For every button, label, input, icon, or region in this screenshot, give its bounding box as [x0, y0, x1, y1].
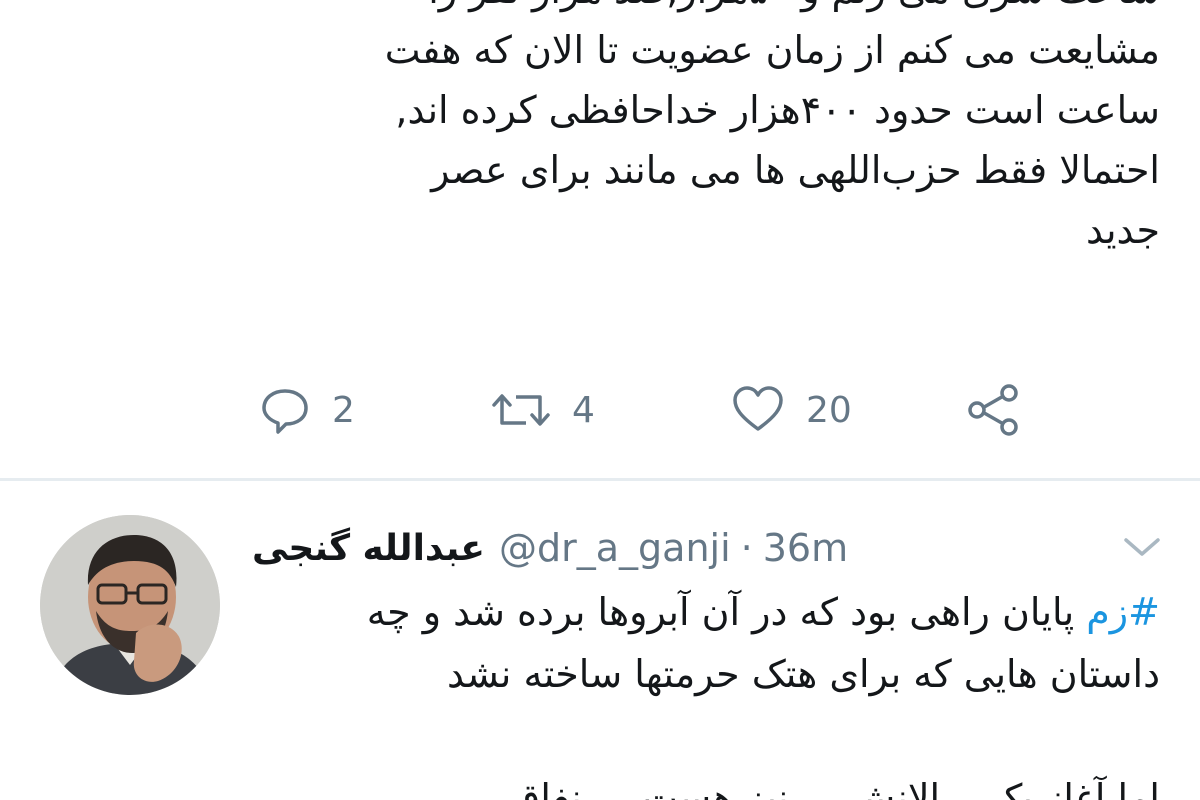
tweet-text: #زم پایان راهی بود که در آن آبروها برده …	[260, 581, 1160, 800]
tweet[interactable]: ساعت سری می زنم و ۵۰هزار,صد هزار نفر را …	[0, 0, 1200, 478]
hashtag-link[interactable]: #زم	[1086, 590, 1160, 634]
tweet-text-line: اما آغاز یک ...الانش ... نیز هست ... نفا…	[462, 776, 1160, 800]
tweet-text-blank	[260, 705, 1160, 767]
retweet-count: 4	[572, 389, 595, 431]
tweet-header: عبدالله گنجی @dr_a_ganji · 36m	[252, 523, 848, 573]
like-button[interactable]: 20	[730, 380, 852, 440]
tweet-text-line: داستان هایی که برای هتک حرمتها ساخته نشد	[446, 652, 1160, 696]
tweet-text-line: جدید	[1086, 208, 1160, 252]
tweet-text-fragment: پایان راهی بود که در آن آبروها برده شد و…	[366, 590, 1087, 634]
user-handle[interactable]: @dr_a_ganji	[499, 526, 731, 570]
share-button[interactable]	[965, 380, 1021, 440]
timestamp[interactable]: 36m	[763, 526, 848, 570]
chevron-down-icon	[1122, 538, 1162, 563]
heart-icon	[730, 383, 786, 437]
avatar[interactable]	[40, 515, 220, 695]
tweet-text-line: مشایعت می کنم از زمان عضویت تا الان که ه…	[384, 28, 1160, 72]
speech-bubble-icon	[258, 383, 312, 437]
reply-button[interactable]: 2	[258, 380, 355, 440]
tweet-text-line: ساعت است حدود ۴۰۰هزار خداحافظی کرده اند,	[395, 88, 1160, 132]
retweet-icon	[490, 383, 552, 437]
tweet[interactable]: عبدالله گنجی @dr_a_ganji · 36m #زم پایان…	[0, 481, 1200, 800]
tweet-text-line: ساعت سری می زنم و ۵۰هزار,صد هزار نفر را	[300, 0, 1160, 20]
tweet-text-line: احتمالا فقط حزب‌اللهی ها می مانند برای ع…	[431, 148, 1160, 192]
reply-count: 2	[332, 389, 355, 431]
tweet-actions: 2 4 20	[0, 380, 1200, 440]
tweet-text: ساعت سری می زنم و ۵۰هزار,صد هزار نفر را …	[300, 0, 1160, 260]
share-icon	[965, 383, 1021, 437]
separator-dot: ·	[740, 526, 753, 570]
display-name[interactable]: عبدالله گنجی	[252, 528, 485, 569]
more-options-button[interactable]	[1122, 535, 1162, 563]
twitter-timeline: ساعت سری می زنم و ۵۰هزار,صد هزار نفر را …	[0, 0, 1200, 800]
like-count: 20	[806, 389, 852, 431]
retweet-button[interactable]: 4	[490, 380, 595, 440]
tweet-text-line: #زم پایان راهی بود که در آن آبروها برده …	[260, 581, 1160, 643]
